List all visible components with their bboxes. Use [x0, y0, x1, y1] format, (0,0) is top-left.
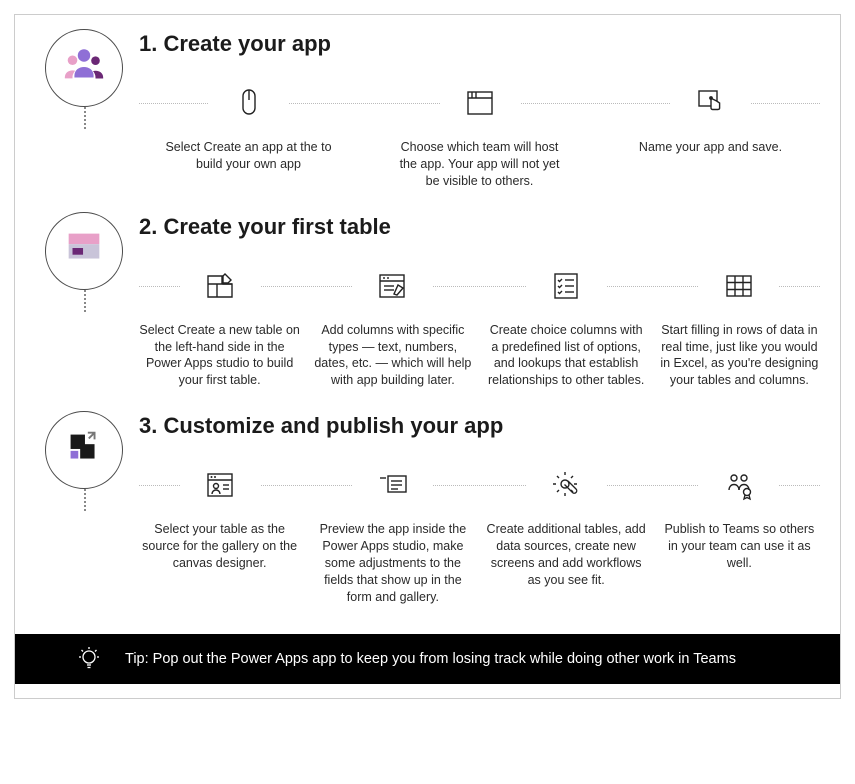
detail-lines-icon [353, 463, 433, 507]
section-1-items: Select Create an app at the to build you… [139, 81, 820, 190]
item-2-3-text: Create choice columns with a predefined … [486, 322, 647, 390]
item-3-1-text: Select your table as the source for the … [139, 521, 300, 572]
user-window-icon [180, 463, 260, 507]
item-1-1-text: Select Create an app at the to build you… [161, 139, 336, 173]
section-3-items: Select your table as the source for the … [139, 463, 820, 605]
people-icon [61, 43, 107, 94]
timeline-line [84, 107, 86, 129]
bottom-pad [15, 684, 840, 698]
section-1: 1. Create your app Select Create an app … [29, 29, 826, 190]
content-1: 1. Create your app Select Create an app … [139, 29, 826, 190]
content-2: 2. Create your first table Select Create… [139, 212, 826, 390]
item-3-3-text: Create additional tables, add data sourc… [486, 521, 647, 589]
item-3-3: Create additional tables, add data sourc… [486, 463, 647, 605]
people-ribbon-icon [699, 463, 779, 507]
squares-icon [61, 425, 107, 476]
lightbulb-icon [75, 645, 103, 673]
section-2: 2. Create your first table Select Create… [29, 212, 826, 390]
table-card-icon [61, 225, 107, 276]
item-1-3-text: Name your app and save. [639, 139, 782, 156]
item-3-4-text: Publish to Teams so others in your team … [659, 521, 820, 572]
grid-icon [699, 264, 779, 308]
section-3: 3. Customize and publish your app Select… [29, 411, 826, 605]
section-2-items: Select Create a new table on the left-ha… [139, 264, 820, 390]
layout-edit-icon [180, 264, 260, 308]
timeline-line [84, 489, 86, 511]
timeline-line [84, 290, 86, 312]
section-2-title: 2. Create your first table [139, 214, 820, 240]
mouse-icon [209, 81, 289, 125]
item-3-2-text: Preview the app inside the Power Apps st… [312, 521, 473, 605]
squares-badge [45, 411, 123, 489]
gear-wrench-icon [526, 463, 606, 507]
tip-bar: Tip: Pop out the Power Apps app to keep … [15, 634, 840, 684]
item-2-3: Create choice columns with a predefined … [486, 264, 647, 390]
tip-text: Tip: Pop out the Power Apps app to keep … [125, 651, 736, 667]
app-window-icon [440, 81, 520, 125]
item-2-1-text: Select Create a new table on the left-ha… [139, 322, 300, 390]
item-1-3: Name your app and save. [601, 81, 820, 190]
item-1-2: Choose which team will host the app. You… [370, 81, 589, 190]
badge-col-1 [29, 29, 139, 107]
item-2-1: Select Create a new table on the left-ha… [139, 264, 300, 390]
checklist-icon [526, 264, 606, 308]
section-3-title: 3. Customize and publish your app [139, 413, 820, 439]
item-2-4: Start filling in rows of data in real ti… [659, 264, 820, 390]
item-3-1: Select your table as the source for the … [139, 463, 300, 605]
section-1-title: 1. Create your app [139, 31, 820, 57]
content-3: 3. Customize and publish your app Select… [139, 411, 826, 605]
item-1-2-text: Choose which team will host the app. You… [392, 139, 567, 190]
badge-col-2 [29, 212, 139, 290]
item-1-1: Select Create an app at the to build you… [139, 81, 358, 190]
item-3-2: Preview the app inside the Power Apps st… [312, 463, 473, 605]
table-card-badge [45, 212, 123, 290]
instructions-container: 1. Create your app Select Create an app … [14, 14, 841, 699]
badge-col-3 [29, 411, 139, 489]
item-2-4-text: Start filling in rows of data in real ti… [659, 322, 820, 390]
item-2-2-text: Add columns with specific types — text, … [312, 322, 473, 390]
tap-icon [671, 81, 751, 125]
people-badge [45, 29, 123, 107]
item-3-4: Publish to Teams so others in your team … [659, 463, 820, 605]
item-2-2: Add columns with specific types — text, … [312, 264, 473, 390]
form-edit-icon [353, 264, 433, 308]
